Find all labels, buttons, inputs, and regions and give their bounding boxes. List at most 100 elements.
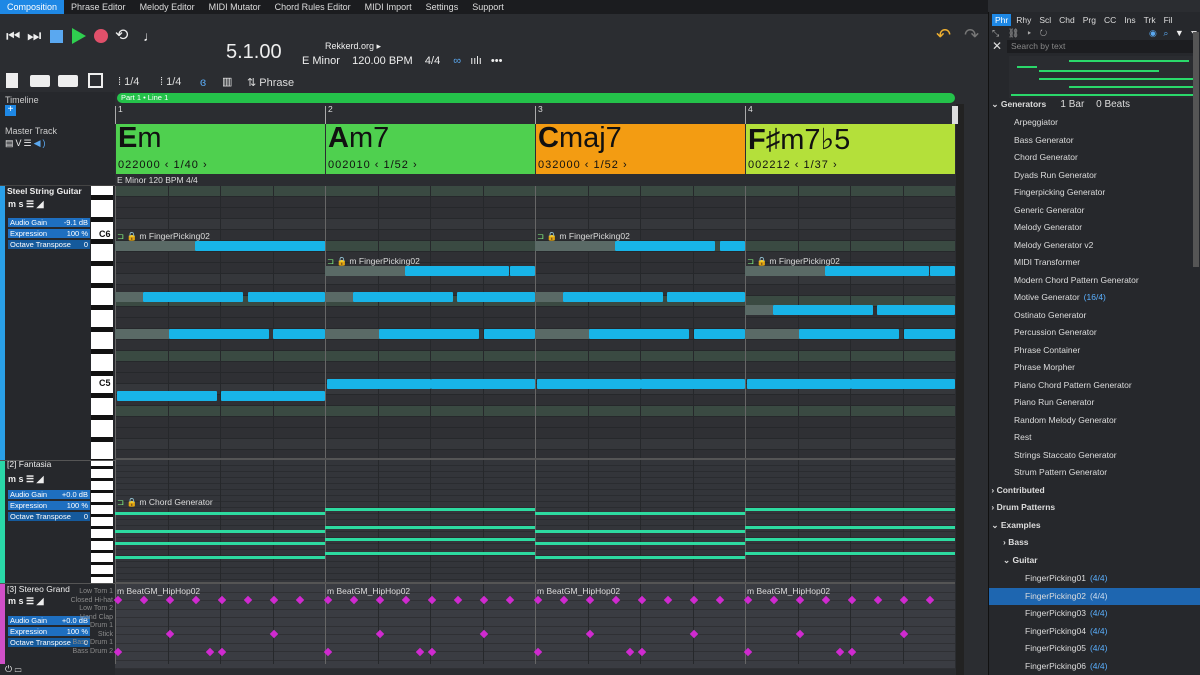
midi-note[interactable] <box>667 292 745 302</box>
chord-note[interactable] <box>745 508 955 511</box>
drum-hit[interactable] <box>453 595 463 605</box>
generator-item[interactable]: Melody Generator <box>989 219 1200 236</box>
search-input[interactable]: Search by text <box>1007 40 1197 53</box>
midi-note[interactable] <box>510 266 535 276</box>
undo-icon[interactable]: ↶ <box>936 26 951 44</box>
midi-note[interactable] <box>353 292 453 302</box>
midi-note[interactable] <box>484 329 535 339</box>
midi-note[interactable] <box>904 329 955 339</box>
play-button[interactable] <box>72 28 86 44</box>
midi-note[interactable] <box>457 292 535 302</box>
key-label[interactable]: E Minor <box>302 55 340 67</box>
menu-midi-mutator[interactable]: MIDI Mutator <box>202 0 268 14</box>
chord-note[interactable] <box>325 538 535 541</box>
generator-item[interactable]: Piano Chord Pattern Generator <box>989 377 1200 394</box>
expression-slider-3[interactable]: Expression 100 % <box>8 627 90 636</box>
track-name-1[interactable]: Steel String Guitar <box>7 186 82 196</box>
phrase-label[interactable]: ⊐ 🔒 m FingerPicking02 <box>117 231 210 242</box>
drum-hit[interactable] <box>191 595 201 605</box>
midi-note[interactable] <box>537 379 641 389</box>
panel-tab-cc[interactable]: CC <box>1101 14 1119 26</box>
generator-item[interactable]: Generic Generator <box>989 202 1200 219</box>
panel-tab-chd[interactable]: Chd <box>1056 14 1078 26</box>
tree-drum-patterns[interactable]: › Drum Patterns <box>989 499 1200 516</box>
piano-icon[interactable]: ▥ <box>222 75 232 88</box>
metronome-icon[interactable]: ♩ <box>143 27 157 45</box>
menu-chord-rules-editor[interactable]: Chord Rules Editor <box>268 0 358 14</box>
tree-guitar[interactable]: ⌄ Guitar <box>989 552 1200 569</box>
tree-bass[interactable]: › Bass <box>989 534 1200 551</box>
drum-hit[interactable] <box>479 629 489 639</box>
quantize-icon[interactable]: ∞ <box>453 55 461 67</box>
record-button[interactable] <box>94 29 108 43</box>
drum-hit[interactable] <box>743 647 753 657</box>
drum-hit[interactable] <box>139 595 149 605</box>
chord-note[interactable] <box>115 556 325 559</box>
menu-midi-import[interactable]: MIDI Import <box>358 0 419 14</box>
generator-item[interactable]: Rest <box>989 429 1200 446</box>
panel-tool-icons[interactable]: ⤡ ⛓ ▸ ↻ <box>992 28 1050 39</box>
chord-block-2[interactable]: Am7 002010 ‹ 1/52 › <box>326 122 535 174</box>
example-item-fingerpicking03[interactable]: FingerPicking03 (4/4) <box>989 605 1200 622</box>
example-item-fingerpicking02[interactable]: FingerPicking02 (4/4) <box>989 587 1200 605</box>
drum-hit[interactable] <box>899 629 909 639</box>
audio-gain-slider-1[interactable]: Audio Gain -9.1 dB <box>8 218 90 227</box>
meter-label[interactable]: 4/4 <box>425 55 440 67</box>
midi-note[interactable] <box>615 241 715 251</box>
chord-note[interactable] <box>745 552 955 555</box>
midi-note[interactable] <box>877 305 955 315</box>
footer-icons[interactable]: ⏻ ▭ <box>5 664 21 675</box>
phrase-label-drums[interactable]: m BeatGM_HipHop02 <box>327 586 410 596</box>
drum-hit[interactable] <box>533 595 543 605</box>
phrase-label[interactable]: ⊐ 🔒 m FingerPicking02 <box>747 256 840 267</box>
drum-hit[interactable] <box>847 595 857 605</box>
panel-tab-ins[interactable]: Ins <box>1121 14 1138 26</box>
generator-item[interactable]: Ostinato Generator <box>989 307 1200 324</box>
drum-hit[interactable] <box>585 629 595 639</box>
panel-tab-trk[interactable]: Trk <box>1141 14 1159 26</box>
loop-icon[interactable]: ⟲ <box>115 27 128 45</box>
drum-hit[interactable] <box>323 647 333 657</box>
phrase-label-fantasia[interactable]: ⊐ 🔒 m Chord Generator <box>117 497 213 508</box>
drum-hit[interactable] <box>715 595 725 605</box>
generator-item[interactable]: Random Melody Generator <box>989 412 1200 429</box>
midi-note[interactable] <box>589 329 689 339</box>
stop-button[interactable] <box>50 30 63 43</box>
midi-note[interactable] <box>273 329 325 339</box>
drum-hit[interactable] <box>835 647 845 657</box>
midi-note[interactable] <box>930 266 955 276</box>
chord-note[interactable] <box>535 512 745 515</box>
generator-item[interactable]: Modern Chord Pattern Generator <box>989 272 1200 289</box>
tree-contributed[interactable]: › Contributed <box>989 482 1200 499</box>
panel-scrollbar[interactable] <box>1193 32 1199 267</box>
drum-hit[interactable] <box>637 647 647 657</box>
example-item-fingerpicking04[interactable]: FingerPicking04 (4/4) <box>989 623 1200 640</box>
track-name-2[interactable]: [2] Fantasia <box>7 459 51 469</box>
generator-item[interactable]: Strings Staccato Generator <box>989 447 1200 464</box>
drum-hit[interactable] <box>559 595 569 605</box>
drum-hit[interactable] <box>795 629 805 639</box>
snap-grid[interactable]: ⁞ 1/4 <box>118 76 139 88</box>
track-name-3[interactable]: [3] Stereo Grand <box>7 584 70 594</box>
drum-hit[interactable] <box>375 595 385 605</box>
drum-hit[interactable] <box>243 595 253 605</box>
midi-note[interactable] <box>694 329 745 339</box>
chip-icon[interactable] <box>88 73 103 88</box>
generator-item[interactable]: Phrase Morpher <box>989 359 1200 376</box>
menu-composition[interactable]: Composition <box>0 0 65 14</box>
drum-hit[interactable] <box>269 595 279 605</box>
midi-note[interactable] <box>221 391 325 401</box>
midi-note[interactable] <box>825 266 929 276</box>
chord-note[interactable] <box>325 552 535 555</box>
drum-hit[interactable] <box>795 595 805 605</box>
drum-hit[interactable] <box>205 647 215 657</box>
drum-hit[interactable] <box>533 647 543 657</box>
chord-note[interactable] <box>535 556 745 559</box>
piano-keyboard-1[interactable] <box>91 186 113 460</box>
expression-slider-2[interactable]: Expression 100 % <box>8 501 90 510</box>
midi-note[interactable] <box>720 241 745 251</box>
chord-note[interactable] <box>535 542 745 545</box>
generator-item[interactable]: Motive Generator (16/4) <box>989 289 1200 306</box>
drum-hit[interactable] <box>165 629 175 639</box>
generator-item[interactable]: Fingerpicking Generator <box>989 184 1200 201</box>
